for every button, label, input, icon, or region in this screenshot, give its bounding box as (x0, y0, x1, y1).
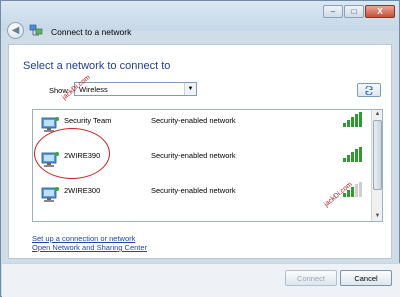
network-ssid: 2WIRE300 (64, 186, 101, 195)
refresh-icon (365, 85, 373, 95)
network-security: Security-enabled network (151, 186, 236, 195)
wireless-network-icon (39, 218, 61, 222)
list-item[interactable]: 2WIRE300 Security-enabled network (33, 180, 372, 214)
network-icon (29, 24, 43, 36)
annotation-circle (34, 128, 110, 179)
network-security: Security-enabled network (151, 151, 236, 160)
caption-buttons: – □ X (323, 5, 395, 18)
scroll-down-icon[interactable]: ▼ (373, 212, 382, 221)
back-button[interactable]: ◀ (7, 22, 24, 39)
back-arrow-icon: ◀ (11, 25, 20, 36)
list-scrollbar[interactable]: ▲ ▼ (371, 110, 382, 221)
cancel-button[interactable]: Cancel (340, 270, 392, 286)
network-sharing-center-link[interactable]: Open Network and Sharing Center (32, 243, 147, 252)
minimize-button[interactable]: – (323, 5, 343, 18)
network-ssid: Security Team (64, 116, 112, 125)
wireless-network-icon (41, 187, 59, 202)
chevron-down-icon: ▼ (184, 83, 196, 95)
signal-strength-icon (343, 147, 362, 162)
network-security: Security-enabled network (151, 116, 236, 125)
signal-strength-icon (343, 112, 362, 127)
scroll-thumb[interactable] (373, 120, 382, 190)
show-filter-select[interactable]: Wireless ▼ (74, 82, 197, 96)
scroll-up-icon[interactable]: ▲ (373, 110, 382, 119)
window-title: Connect to a network (51, 27, 132, 37)
connect-to-network-window: – □ X ◀ Connect to a network Select a ne… (0, 0, 400, 297)
connect-button[interactable]: Connect (285, 270, 337, 286)
refresh-button[interactable] (357, 83, 381, 97)
setup-connection-link[interactable]: Set up a connection or network (32, 234, 135, 243)
list-item-partial[interactable] (33, 214, 372, 222)
close-button[interactable]: X (365, 5, 395, 18)
page-heading: Select a network to connect to (23, 60, 171, 72)
maximize-button[interactable]: □ (344, 5, 364, 18)
